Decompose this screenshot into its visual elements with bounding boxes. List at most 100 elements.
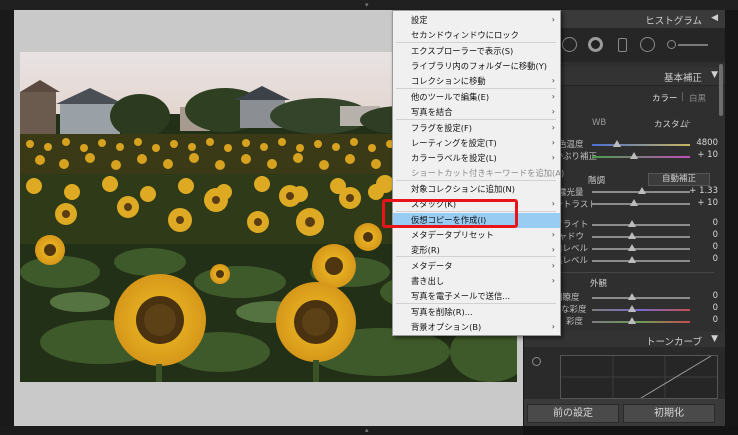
- saturation-value[interactable]: 0: [690, 315, 718, 325]
- submenu-arrow-icon: ›: [551, 276, 555, 285]
- submenu-arrow-icon: ›: [551, 153, 555, 162]
- radial-filter-icon[interactable]: [640, 37, 655, 52]
- annotation-highlight-box: [382, 199, 518, 228]
- contrast-slider-handle[interactable]: [630, 199, 638, 206]
- menu-item[interactable]: 書き出し ›: [393, 274, 560, 289]
- menu-item[interactable]: カラーラベルを設定(L) ›: [393, 151, 560, 166]
- submenu-arrow-icon: ›: [551, 261, 555, 270]
- submenu-arrow-icon: ›: [551, 245, 555, 254]
- histogram-panel-title: ヒストグラム: [645, 16, 702, 27]
- right-panel-scrollbar[interactable]: [725, 10, 738, 426]
- section-divider: [538, 272, 714, 273]
- vibrance-track[interactable]: [592, 309, 690, 311]
- blacks-value[interactable]: 0: [690, 254, 718, 264]
- target-adjust-icon[interactable]: [532, 357, 541, 366]
- whites-value[interactable]: 0: [690, 242, 718, 252]
- tint-slider-handle[interactable]: [630, 152, 638, 159]
- triangle-left-icon[interactable]: ◀: [711, 13, 718, 23]
- menu-item[interactable]: メタデータプリセット ›: [393, 228, 560, 243]
- tone-section-label: 階調: [588, 176, 606, 186]
- left-panel-strip[interactable]: [0, 10, 14, 435]
- menu-item[interactable]: 設定 ›: [393, 13, 560, 28]
- bottom-button-bar: 前の設定 初期化: [524, 399, 726, 426]
- tone-curve-area: [524, 347, 726, 399]
- temperature-track[interactable]: [592, 144, 690, 146]
- tone-curve-graph[interactable]: [560, 355, 718, 399]
- vibrance-slider-handle[interactable]: [628, 305, 636, 312]
- menu-item[interactable]: フラグを設定(F) ›: [393, 121, 560, 136]
- clarity-slider-handle[interactable]: [628, 293, 636, 300]
- brush-slider-icon[interactable]: [678, 44, 708, 46]
- filmstrip-toggle-icon[interactable]: ▴: [365, 426, 369, 434]
- tint-value[interactable]: + 10: [690, 150, 718, 160]
- presence-section-label: 外観: [590, 279, 608, 289]
- menu-item[interactable]: 他のツールで編集(E) ›: [393, 90, 560, 105]
- shadows-track[interactable]: [592, 236, 690, 238]
- temperature-slider-handle[interactable]: [613, 140, 621, 147]
- exposure-slider-handle[interactable]: [638, 187, 646, 194]
- triangle-down-icon[interactable]: ▼: [711, 334, 718, 344]
- whites-slider-handle[interactable]: [628, 244, 636, 251]
- temperature-value[interactable]: 4800: [690, 138, 718, 148]
- menu-item-label: エクスプローラーで表示(S): [411, 46, 514, 56]
- saturation-slider-handle[interactable]: [628, 317, 636, 324]
- menu-item-label: カラーラベルを設定(L): [411, 153, 497, 163]
- scrollbar-thumb[interactable]: [719, 64, 723, 116]
- menu-item[interactable]: 背景オプション(B) ›: [393, 320, 560, 335]
- menu-item[interactable]: 写真を電子メールで送信...: [393, 289, 560, 304]
- whites-track[interactable]: [592, 248, 690, 250]
- menu-item[interactable]: ショートカット付きキーワードを追加(A): [393, 166, 564, 181]
- auto-tone-button[interactable]: 自動補正: [648, 173, 710, 186]
- menu-item-label: 対象コレクションに追加(N): [411, 184, 515, 194]
- chevron-down-icon[interactable]: ÷: [684, 118, 691, 128]
- contrast-track[interactable]: [592, 203, 690, 205]
- clarity-value[interactable]: 0: [690, 291, 718, 301]
- top-panel-toggle-icon[interactable]: ▾: [365, 1, 369, 9]
- menu-item[interactable]: 写真を結合 ›: [393, 105, 560, 120]
- shadows-value[interactable]: 0: [690, 230, 718, 240]
- menu-item-label: コレクションに移動: [411, 76, 486, 86]
- saturation-track[interactable]: [592, 321, 690, 323]
- submenu-arrow-icon: ›: [551, 76, 555, 85]
- wb-label: WB: [592, 118, 607, 128]
- tint-track[interactable]: [592, 156, 690, 158]
- reset-button[interactable]: 初期化: [623, 404, 715, 423]
- menu-item[interactable]: 変形(R) ›: [393, 243, 560, 258]
- treatment-color[interactable]: カラー: [652, 92, 678, 104]
- triangle-down-icon[interactable]: ▼: [711, 70, 718, 80]
- treatment-bw[interactable]: 白黒: [689, 92, 706, 104]
- menu-item[interactable]: ライブラリ内のフォルダーに移動(Y): [393, 59, 560, 74]
- bottom-panel-strip[interactable]: ▴: [0, 426, 523, 435]
- shadows-slider-handle[interactable]: [628, 232, 636, 239]
- highlights-track[interactable]: [592, 224, 690, 226]
- menu-item[interactable]: エクスプローラーで表示(S): [393, 44, 560, 59]
- crop-tool-icon[interactable]: [562, 37, 577, 52]
- wb-select[interactable]: カスタム: [654, 118, 688, 130]
- contrast-value[interactable]: + 10: [690, 198, 718, 208]
- previous-settings-button[interactable]: 前の設定: [527, 404, 619, 423]
- highlights-value[interactable]: 0: [690, 218, 718, 228]
- treatment-separator: |: [681, 92, 684, 102]
- menu-item[interactable]: メタデータ ›: [393, 259, 560, 274]
- lightroom-develop-window: ▾ ▴ ヒストグラム ◀ 基本補正 ▼ カラー | 白黒 WB カスタム ÷ 色…: [0, 0, 738, 435]
- spot-removal-tool-icon[interactable]: [588, 37, 603, 52]
- highlights-slider-handle[interactable]: [628, 220, 636, 227]
- submenu-arrow-icon: ›: [551, 15, 555, 24]
- blacks-slider-handle[interactable]: [628, 256, 636, 263]
- vibrance-value[interactable]: 0: [690, 303, 718, 313]
- blacks-track[interactable]: [592, 260, 690, 262]
- menu-item[interactable]: 対象コレクションに追加(N): [393, 182, 560, 197]
- menu-item[interactable]: レーティングを設定(T) ›: [393, 136, 560, 151]
- menu-item[interactable]: セカンドウィンドウにロック: [393, 28, 560, 43]
- saturation-label: 彩度: [566, 317, 584, 327]
- menu-item-label: ライブラリ内のフォルダーに移動(Y): [411, 61, 547, 71]
- clarity-track[interactable]: [592, 297, 690, 299]
- graduated-filter-icon[interactable]: [618, 38, 627, 52]
- menu-item[interactable]: コレクションに移動 ›: [393, 74, 560, 89]
- menu-item[interactable]: 写真を削除(R)...: [393, 305, 560, 320]
- exposure-value[interactable]: + 1.33: [682, 186, 718, 196]
- top-panel-strip[interactable]: ▾: [0, 0, 738, 10]
- menu-item-label: ショートカット付きキーワードを追加(A): [411, 168, 565, 178]
- adjustment-brush-icon[interactable]: [667, 40, 676, 49]
- temperature-label: 色温度: [558, 140, 584, 150]
